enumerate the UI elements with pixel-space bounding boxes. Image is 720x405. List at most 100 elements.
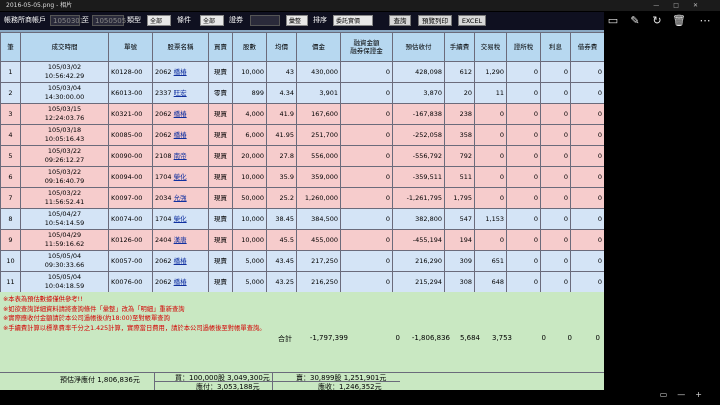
cell-amount: 167,600 xyxy=(296,103,341,125)
type-select[interactable]: 全部 xyxy=(147,15,171,26)
to-label: 至 xyxy=(82,16,89,24)
cell-avg-price: 4.34 xyxy=(266,82,297,104)
cell-interest: 0 xyxy=(540,229,571,251)
stock-name-link[interactable]: 允強 xyxy=(174,194,187,202)
close-icon[interactable]: ✕ xyxy=(693,2,712,9)
cell-shares: 6,000 xyxy=(232,124,267,146)
stock-code: 2062 xyxy=(155,256,172,265)
stock-label: 證券 xyxy=(229,16,243,24)
net-payable-label: 預估淨應付 1,806,836元 xyxy=(60,376,140,384)
cell-fee: 194 xyxy=(444,229,475,251)
cell-amount: 556,000 xyxy=(296,145,341,167)
total-net: -1,806,836 xyxy=(411,334,450,342)
excel-button[interactable]: EXCEL xyxy=(458,15,486,26)
stock-name-link[interactable]: 南帝 xyxy=(174,152,187,160)
cell-avg-price: 43.45 xyxy=(266,250,297,272)
zoom-in-icon[interactable]: + xyxy=(695,390,712,399)
cell-margin-amount: 0 xyxy=(340,103,393,125)
header-no: 筆 xyxy=(0,32,21,62)
cell-trade-type: 現買 xyxy=(208,229,233,251)
table-row[interactable]: 6 105/03/22 09:16:40.79 K0094-00 1704 榮化 現買 10… xyxy=(0,166,604,188)
cell-row-number: 6 xyxy=(0,166,21,188)
trade-date: 105/05/04 xyxy=(47,252,82,260)
cell-fee: 612 xyxy=(444,61,475,83)
rotate-icon[interactable]: ↻ xyxy=(650,14,664,28)
zoom-controls: ▭—+ xyxy=(660,390,712,399)
payable-total: 應付：3,053,188元 xyxy=(196,383,260,390)
receivable-total: 應收：1,246,352元 xyxy=(318,383,382,390)
stock-name-link[interactable]: 橋椿 xyxy=(174,110,187,118)
cell-trade-time: 105/03/04 14:30:00.00 xyxy=(20,82,109,104)
summary-select[interactable]: 彙整 xyxy=(286,15,308,26)
stock-name-link[interactable]: 橋椿 xyxy=(174,131,187,139)
print-preview-button[interactable]: 預覽列印 xyxy=(418,15,452,26)
cell-shares: 10,000 xyxy=(232,61,267,83)
cell-order-number: K0085-00 xyxy=(108,124,153,146)
cell-shares: 10,000 xyxy=(232,229,267,251)
date-from-input[interactable]: 1050301 xyxy=(50,15,84,26)
edit-icon[interactable]: ✎ xyxy=(628,14,642,28)
cell-row-number: 9 xyxy=(0,229,21,251)
note-line: ※如欲查詢詳細資料請將查詢條件「彙整」改為「明細」重新查詢 xyxy=(3,305,185,313)
table-row[interactable]: 3 105/03/15 12:24:03.76 K0321-00 2062 橋椿 現買 4,… xyxy=(0,103,604,125)
cell-fee: 792 xyxy=(444,145,475,167)
sort-select[interactable]: 委託實價 xyxy=(333,15,373,26)
fit-icon[interactable]: ▭ xyxy=(660,390,678,399)
minimize-icon[interactable]: — xyxy=(653,2,673,9)
table-row[interactable]: 5 105/03/22 09:26:12.27 K0090-00 2108 南帝 現買 20… xyxy=(0,145,604,167)
more-icon[interactable]: ⋯ xyxy=(698,14,712,28)
cell-interest: 0 xyxy=(540,145,571,167)
cell-order-number: K0057-00 xyxy=(108,250,153,272)
cell-order-number: K0321-00 xyxy=(108,103,153,125)
trade-date: 105/04/29 xyxy=(47,231,82,239)
cond-select[interactable]: 全部 xyxy=(200,15,224,26)
query-button[interactable]: 查詢 xyxy=(389,15,411,26)
cell-order-number: K0097-00 xyxy=(108,187,153,209)
cell-stock-name: 2337 旺宏 xyxy=(152,82,209,104)
stock-name-link[interactable]: 旺宏 xyxy=(174,89,187,97)
table-row[interactable]: 1 105/03/02 10:56:42.29 K0128-00 2062 橋椿 現賣 10… xyxy=(0,61,604,83)
table-row[interactable]: 7 105/03/22 11:56:52.41 K0097-00 2034 允強 現買 50… xyxy=(0,187,604,209)
cell-amount: 217,250 xyxy=(296,250,341,272)
cell-amount: 359,000 xyxy=(296,166,341,188)
stock-name-link[interactable]: 橋椿 xyxy=(174,278,187,286)
stock-name-link[interactable]: 橋椿 xyxy=(174,68,187,76)
stock-name-link[interactable]: 榮化 xyxy=(174,173,187,181)
table-row[interactable]: 9 105/04/29 11:59:16.62 K0126-00 2404 漢唐 現買 10… xyxy=(0,229,604,251)
cell-trade-time: 105/03/02 10:56:42.29 xyxy=(20,61,109,83)
zoom-out-icon[interactable]: — xyxy=(677,390,695,399)
table-row[interactable]: 8 105/04/27 10:54:14.59 K0074-00 1704 榮化 現賣 10… xyxy=(0,208,604,230)
date-to-input[interactable]: 1050505 xyxy=(92,15,126,26)
table-row[interactable]: 11 105/05/04 10:04:18.59 K0076-00 2062 橋椿 現賣 5… xyxy=(0,271,604,293)
cell-trade-time: 105/05/04 10:04:18.59 xyxy=(20,271,109,293)
trade-table: 筆 成交時間 單號 股票名稱 買賣 股數 均價 價金 融資金額 融券保證金 預估… xyxy=(0,32,604,293)
slideshow-icon[interactable]: ▭ xyxy=(606,14,620,28)
maximize-icon[interactable]: □ xyxy=(673,2,693,9)
stock-name-link[interactable]: 橋椿 xyxy=(174,257,187,265)
stock-name-link[interactable]: 漢唐 xyxy=(174,236,187,244)
trade-date: 105/03/22 xyxy=(47,189,82,197)
stock-input[interactable] xyxy=(250,15,280,26)
stock-name-link[interactable]: 榮化 xyxy=(174,215,187,223)
delete-icon[interactable]: 🗑 xyxy=(672,14,686,28)
cell-margin-amount: 0 xyxy=(340,271,393,293)
cell-tax: 0 xyxy=(474,124,507,146)
cell-shares: 899 xyxy=(232,82,267,104)
cell-order-number: K0126-00 xyxy=(108,229,153,251)
cell-interest: 0 xyxy=(540,208,571,230)
total-ctax: 0 xyxy=(541,334,546,342)
cell-fee: 238 xyxy=(444,103,475,125)
cell-capital-tax: 0 xyxy=(506,103,541,125)
header-time: 成交時間 xyxy=(20,32,109,62)
table-row[interactable]: 2 105/03/04 14:30:00.00 K6013-00 2337 旺宏 零賣 89… xyxy=(0,82,604,104)
table-row[interactable]: 4 105/03/18 10:05:16.43 K0085-00 2062 橋椿 現買 6,… xyxy=(0,124,604,146)
table-row[interactable]: 10 105/05/04 09:30:33.66 K0057-00 2062 橋椿 現賣 5… xyxy=(0,250,604,272)
cond-label: 條件 xyxy=(177,16,191,24)
cell-interest: 0 xyxy=(540,166,571,188)
cell-stock-name: 2062 橋椿 xyxy=(152,61,209,83)
cell-trade-type: 現賣 xyxy=(208,250,233,272)
cell-stock-name: 2062 橋椿 xyxy=(152,124,209,146)
window-controls[interactable]: —□✕ xyxy=(653,0,712,11)
cell-trade-time: 105/03/22 11:56:52.41 xyxy=(20,187,109,209)
total-label: 合計 xyxy=(278,335,292,343)
